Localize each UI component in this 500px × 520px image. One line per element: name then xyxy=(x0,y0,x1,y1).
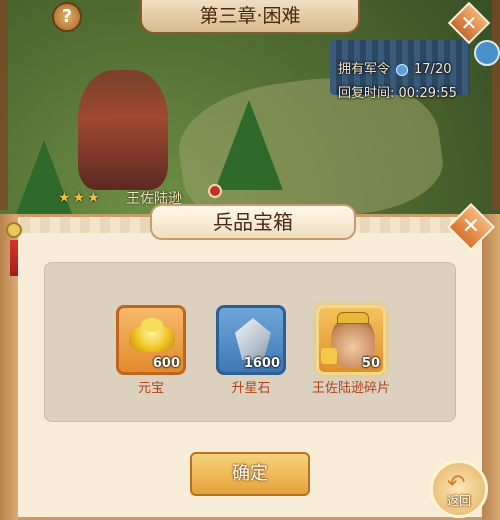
modal-title: 兵品宝箱 xyxy=(150,204,356,240)
recover-label: 回复时间: xyxy=(338,86,395,101)
confirm-button[interactable]: 确定 xyxy=(190,452,310,496)
reward-item-hero-shard[interactable]: 50 王佐陆逊碎片 xyxy=(301,305,401,396)
close-icon: ✕ xyxy=(460,11,478,35)
tokens-label: 拥有军令 xyxy=(338,62,391,77)
hero-shard-icon: 50 xyxy=(316,305,386,375)
tassel-decoration xyxy=(2,222,26,278)
modal-side-right xyxy=(482,214,500,520)
item-label: 元宝 xyxy=(137,381,164,396)
recover-value: 00:29:55 xyxy=(398,86,457,101)
stage-stars: ★★★ xyxy=(58,190,102,206)
token-icon xyxy=(396,63,409,76)
item-quantity: 600 xyxy=(152,356,180,371)
star-stone-icon: 1600 xyxy=(216,305,286,375)
reward-item-star-stone[interactable]: 1600 升星石 xyxy=(201,305,301,396)
chapter-title: 第三章·困难 xyxy=(140,0,360,34)
reward-item-gold[interactable]: 600 元宝 xyxy=(101,305,201,396)
gold-ingot-icon: 600 xyxy=(116,305,186,375)
notification-dot xyxy=(208,184,222,198)
token-info: 拥有军令 17/20 回复时间: 00:29:55 xyxy=(338,58,457,106)
puzzle-piece-icon xyxy=(321,348,337,364)
back-button[interactable]: ↶ 返回 xyxy=(430,460,488,518)
reward-panel: 600 元宝 1600 升星石 50 王佐陆逊碎片 xyxy=(44,262,456,422)
item-label: 王佐陆逊碎片 xyxy=(311,381,390,396)
item-quantity: 50 xyxy=(361,356,380,371)
item-label: 升星石 xyxy=(231,381,271,396)
help-button[interactable]: ? xyxy=(52,2,82,32)
avatar[interactable] xyxy=(474,40,500,66)
back-button-label: 返回 xyxy=(446,494,471,508)
item-quantity: 1600 xyxy=(243,356,280,371)
close-icon: ✕ xyxy=(461,214,481,239)
tokens-value: 17/20 xyxy=(414,62,452,77)
